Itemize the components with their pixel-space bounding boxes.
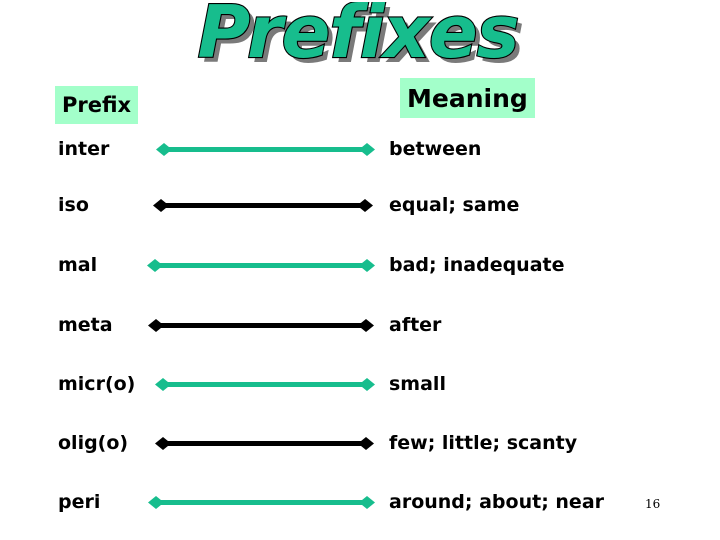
meaning-cell: small <box>389 373 446 395</box>
connector-svg <box>155 437 374 450</box>
table-row: iso equal; same <box>0 188 720 222</box>
column-header-prefix-label: Prefix <box>62 93 132 117</box>
connector-diamond-right <box>357 199 373 212</box>
table-row: inter between <box>0 132 720 166</box>
connector-diamond-right <box>359 259 375 272</box>
connector-svg <box>147 259 375 272</box>
prefix-cell: iso <box>58 194 89 216</box>
title-wordart-svg: Prefixes Prefixes <box>196 2 524 79</box>
column-header-meaning: Meaning <box>400 78 535 118</box>
connector-arrow <box>153 197 373 214</box>
connector-arrow <box>155 435 374 452</box>
connector-diamond-right <box>359 143 375 156</box>
connector-diamond-right <box>359 378 375 391</box>
table-row: micr(o) small <box>0 367 720 401</box>
connector-diamond-left <box>155 437 171 450</box>
connector-svg <box>155 378 375 391</box>
connector-shaft <box>161 203 365 208</box>
connector-svg <box>156 143 375 156</box>
meaning-cell: between <box>389 138 482 160</box>
prefix-cell: micr(o) <box>58 373 136 395</box>
prefix-cell: olig(o) <box>58 432 129 454</box>
column-header-meaning-label: Meaning <box>407 83 528 113</box>
connector-shaft <box>155 263 367 268</box>
connector-diamond-left <box>155 378 171 391</box>
slide-canvas: Prefixes Prefixes Prefix Meaning inter be… <box>0 0 720 540</box>
title-main-text: Prefixes <box>197 2 518 74</box>
table-row: peri around; about; near <box>0 485 720 519</box>
table-row: mal bad; inadequate <box>0 248 720 282</box>
prefix-cell: inter <box>58 138 110 160</box>
table-row: olig(o) few; little; scanty <box>0 426 720 460</box>
connector-arrow <box>147 257 375 274</box>
connector-arrow <box>155 376 375 393</box>
meaning-cell: equal; same <box>389 194 520 216</box>
connector-svg <box>148 319 374 332</box>
connector-diamond-right <box>358 319 374 332</box>
connector-diamond-right <box>358 437 374 450</box>
column-header-prefix: Prefix <box>55 86 139 124</box>
connector-diamond-left <box>147 259 163 272</box>
prefix-cell: peri <box>58 491 101 513</box>
connector-svg <box>153 199 373 212</box>
connector-shaft <box>164 147 367 152</box>
connector-diamond-left <box>148 496 164 509</box>
connector-shaft <box>163 382 367 387</box>
table-row: meta after <box>0 308 720 342</box>
slide-title: Prefixes Prefixes <box>0 2 720 80</box>
page-number: 16 <box>645 497 661 511</box>
meaning-cell: after <box>389 314 442 336</box>
connector-arrow <box>148 317 374 334</box>
connector-diamond-left <box>153 199 169 212</box>
meaning-cell: around; about; near <box>389 491 605 513</box>
connector-diamond-right <box>359 496 375 509</box>
prefix-cell: meta <box>58 314 113 336</box>
connector-diamond-left <box>156 143 172 156</box>
connector-arrow <box>148 494 375 511</box>
connector-svg <box>148 496 375 509</box>
connector-shaft <box>163 441 366 446</box>
prefix-cell: mal <box>58 254 98 276</box>
connector-shaft <box>156 323 366 328</box>
meaning-cell: few; little; scanty <box>389 432 578 454</box>
connector-arrow <box>156 141 375 158</box>
connector-diamond-left <box>148 319 164 332</box>
meaning-cell: bad; inadequate <box>389 254 565 276</box>
connector-shaft <box>156 500 367 505</box>
